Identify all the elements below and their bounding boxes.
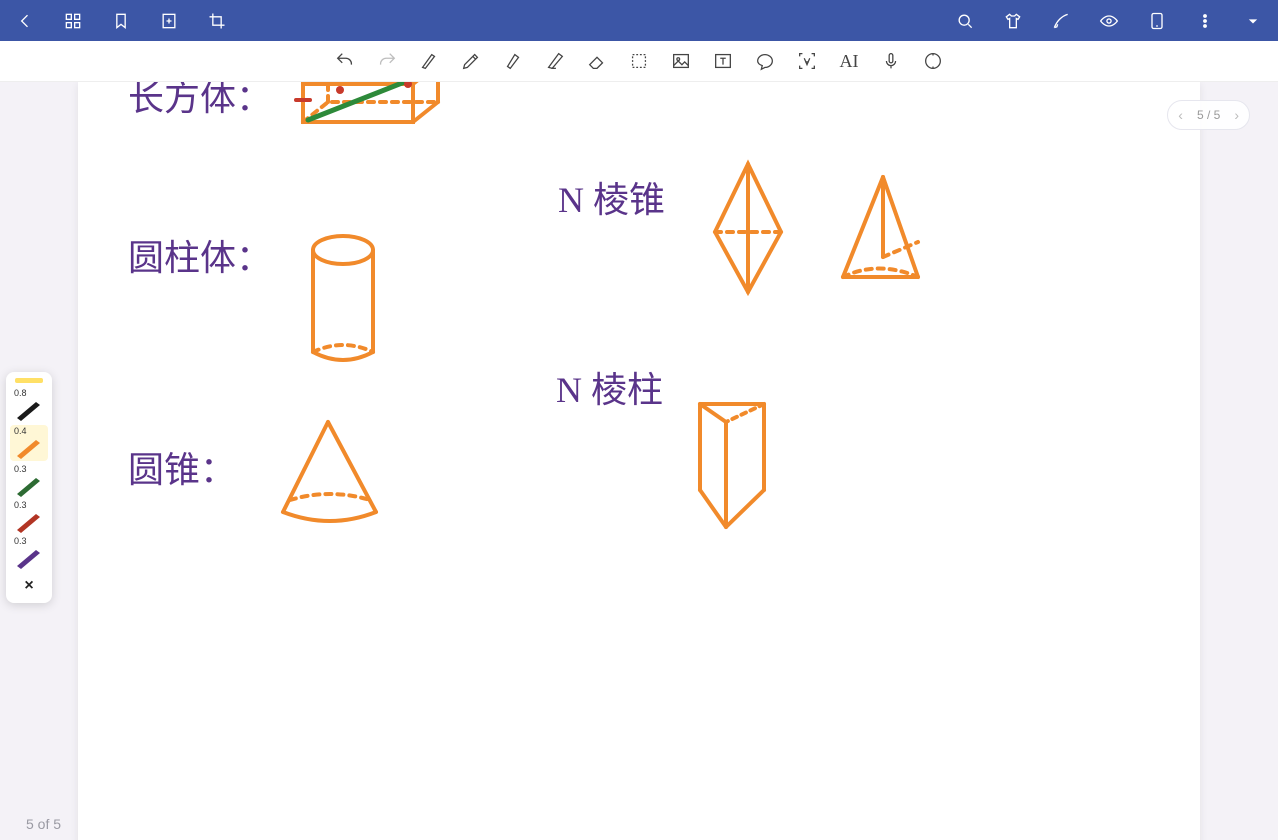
- pen-slot-2[interactable]: 0.4: [10, 425, 48, 461]
- pen-icon: [14, 399, 44, 421]
- drawing-pyramid-tri: [843, 177, 918, 277]
- label-cuboid: 长方体：: [128, 82, 272, 118]
- app-root: AI 0.8 0.4 0.3 0.3: [0, 0, 1278, 840]
- redo-icon[interactable]: [375, 49, 399, 73]
- text-icon[interactable]: [711, 49, 735, 73]
- undo-icon[interactable]: [333, 49, 357, 73]
- add-page-icon[interactable]: [158, 10, 180, 32]
- page-indicator: 5 / 5: [1197, 108, 1220, 122]
- pen-pencil-icon[interactable]: [459, 49, 483, 73]
- dropdown-icon[interactable]: [1242, 10, 1264, 32]
- pen-slot-5[interactable]: 0.3: [10, 537, 48, 569]
- lasso-icon[interactable]: [627, 49, 651, 73]
- search-icon[interactable]: [954, 10, 976, 32]
- ai-icon[interactable]: AI: [837, 49, 861, 73]
- canvas[interactable]: 长方体： 圆柱体： 圆锥：: [78, 82, 1200, 840]
- image-icon[interactable]: [669, 49, 693, 73]
- highlight-color-swatch[interactable]: [15, 378, 43, 383]
- prev-page-icon[interactable]: ‹: [1178, 107, 1183, 123]
- pen-slot-4[interactable]: 0.3: [10, 501, 48, 533]
- toolbar-inner: AI: [333, 49, 945, 73]
- pen-size-label: 0.4: [14, 427, 27, 436]
- pen-icon: [14, 437, 44, 459]
- pen-palette: 0.8 0.4 0.3 0.3 0.3 ×: [6, 372, 52, 603]
- pen-thin-icon[interactable]: [417, 49, 441, 73]
- page-navigator: ‹ 5 / 5 ›: [1167, 100, 1250, 130]
- compass-icon[interactable]: [921, 49, 945, 73]
- next-page-icon[interactable]: ›: [1234, 107, 1239, 123]
- status-text: 5 of 5: [26, 816, 61, 832]
- drawing-cone: [283, 422, 376, 521]
- pen-size-label: 0.3: [14, 501, 27, 510]
- note-page[interactable]: 长方体： 圆柱体： 圆锥：: [78, 82, 1200, 840]
- tablet-icon[interactable]: [1146, 10, 1168, 32]
- more-icon[interactable]: [1194, 10, 1216, 32]
- main-area: 0.8 0.4 0.3 0.3 0.3 ×: [0, 82, 1278, 840]
- pen-size-label: 0.3: [14, 465, 27, 474]
- pen-icon: [14, 511, 44, 533]
- pen-slot-3[interactable]: 0.3: [10, 465, 48, 497]
- pen-size-label: 0.3: [14, 537, 27, 546]
- crop-icon[interactable]: [206, 10, 228, 32]
- ocr-icon[interactable]: [795, 49, 819, 73]
- label-npyramid: N 棱锥: [558, 180, 665, 220]
- drawing-cylinder: [313, 236, 373, 360]
- drawing-prism: [700, 404, 764, 527]
- pen-size-label: 0.8: [14, 389, 27, 398]
- pen-icon: [14, 475, 44, 497]
- label-cone: 圆锥：: [128, 450, 236, 490]
- grid-icon[interactable]: [62, 10, 84, 32]
- mic-icon[interactable]: [879, 49, 903, 73]
- eye-icon[interactable]: [1098, 10, 1120, 32]
- tag-icon[interactable]: [753, 49, 777, 73]
- label-nprism: N 棱柱: [556, 370, 663, 410]
- drawing-cuboid: [296, 82, 438, 122]
- pen-slot-1[interactable]: 0.8: [10, 389, 48, 421]
- pen-palette-close-icon[interactable]: ×: [24, 577, 33, 595]
- titlebar: [0, 0, 1278, 41]
- label-cylinder: 圆柱体：: [128, 238, 272, 278]
- pen-highlight-icon[interactable]: [501, 49, 525, 73]
- annotate-icon[interactable]: [1050, 10, 1072, 32]
- toolbar: AI: [0, 41, 1278, 82]
- bookmark-icon[interactable]: [110, 10, 132, 32]
- back-icon[interactable]: [14, 10, 36, 32]
- shirt-icon[interactable]: [1002, 10, 1024, 32]
- pen-marker-icon[interactable]: [543, 49, 567, 73]
- eraser-icon[interactable]: [585, 49, 609, 73]
- drawing-pyramid-rhombic: [715, 164, 781, 292]
- titlebar-right: [954, 10, 1264, 32]
- titlebar-left: [14, 10, 228, 32]
- pen-icon: [14, 547, 44, 569]
